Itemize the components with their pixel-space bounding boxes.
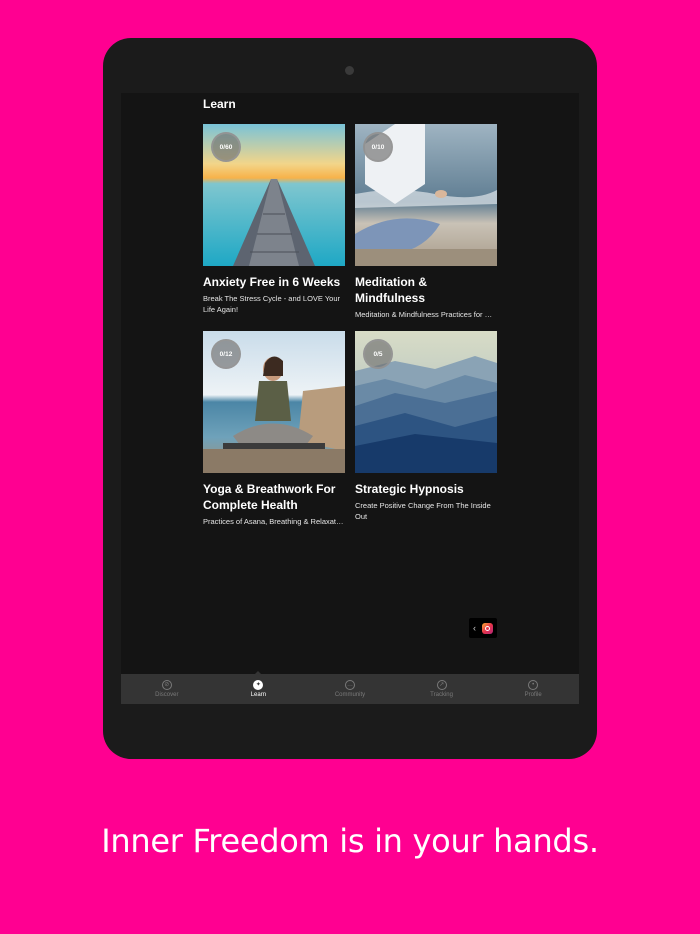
course-card[interactable]: 0/60 Anxiety Free in 6 Weeks Break The S… — [203, 124, 345, 315]
chevron-left-icon[interactable]: ‹ — [473, 623, 476, 633]
learn-icon: ✦ — [253, 680, 264, 690]
tab-label: Learn — [250, 692, 267, 698]
compass-icon: ⊘ — [161, 680, 172, 690]
chart-icon: ↗ — [436, 680, 447, 690]
course-title[interactable]: Yoga & Breathwork For Complete Health — [203, 481, 345, 513]
course-subtitle: Break The Stress Cycle - and LOVE Your L… — [203, 294, 341, 314]
course-card[interactable]: 0/5 Strategic Hypnosis Create Positive C… — [355, 331, 497, 522]
camera-dot — [345, 66, 354, 75]
tab-label: Tracking — [430, 692, 453, 698]
tab-profile[interactable]: • Profile — [487, 674, 579, 704]
tab-community[interactable]: … Community — [304, 674, 396, 704]
tab-label: Community — [334, 692, 366, 698]
progress-ring: 0/10 — [363, 132, 393, 162]
tab-discover[interactable]: ⊘ Discover — [121, 674, 213, 704]
page-title: Learn — [203, 97, 236, 111]
progress-ring: 0/5 — [363, 339, 393, 369]
course-card[interactable]: 0/12 Yoga & Breathwork For Complete Heal… — [203, 331, 345, 527]
profile-icon: • — [528, 680, 539, 690]
course-thumbnail[interactable]: 0/60 — [203, 124, 345, 266]
course-thumbnail[interactable]: 0/12 — [203, 331, 345, 473]
course-card[interactable]: 0/10 Meditation & Mindfulness Meditation… — [355, 124, 497, 320]
marketing-tagline: Inner Freedom is in your hands. — [101, 822, 599, 860]
tab-tracking[interactable]: ↗ Tracking — [396, 674, 488, 704]
chat-icon: … — [344, 680, 355, 690]
course-title[interactable]: Anxiety Free in 6 Weeks — [203, 274, 345, 290]
floating-widget[interactable]: ‹ — [469, 618, 497, 638]
course-subtitle: Meditation & Mindfulness Practices for H… — [355, 310, 497, 319]
tablet-frame: Learn 0/60 Anxiety Free in 6 Weeks Break… — [103, 38, 597, 759]
progress-ring: 0/60 — [211, 132, 241, 162]
course-subtitle: Practices of Asana, Breathing & Relaxati… — [203, 517, 345, 526]
tab-label: Discover — [155, 692, 179, 698]
camera-app-icon[interactable] — [482, 622, 493, 634]
tab-learn[interactable]: ✦ Learn — [213, 671, 305, 704]
course-subtitle: Create Positive Change From The Inside O… — [355, 501, 491, 521]
bottom-tab-bar: ⊘ Discover ✦ Learn … Community ↗ Trackin… — [121, 671, 579, 704]
tab-label: Profile — [524, 692, 542, 698]
progress-ring: 0/12 — [211, 339, 241, 369]
course-thumbnail[interactable]: 0/5 — [355, 331, 497, 473]
app-screen: Learn 0/60 Anxiety Free in 6 Weeks Break… — [121, 93, 579, 704]
course-title[interactable]: Meditation & Mindfulness — [355, 274, 497, 306]
course-thumbnail[interactable]: 0/10 — [355, 124, 497, 266]
course-title[interactable]: Strategic Hypnosis — [355, 481, 497, 497]
